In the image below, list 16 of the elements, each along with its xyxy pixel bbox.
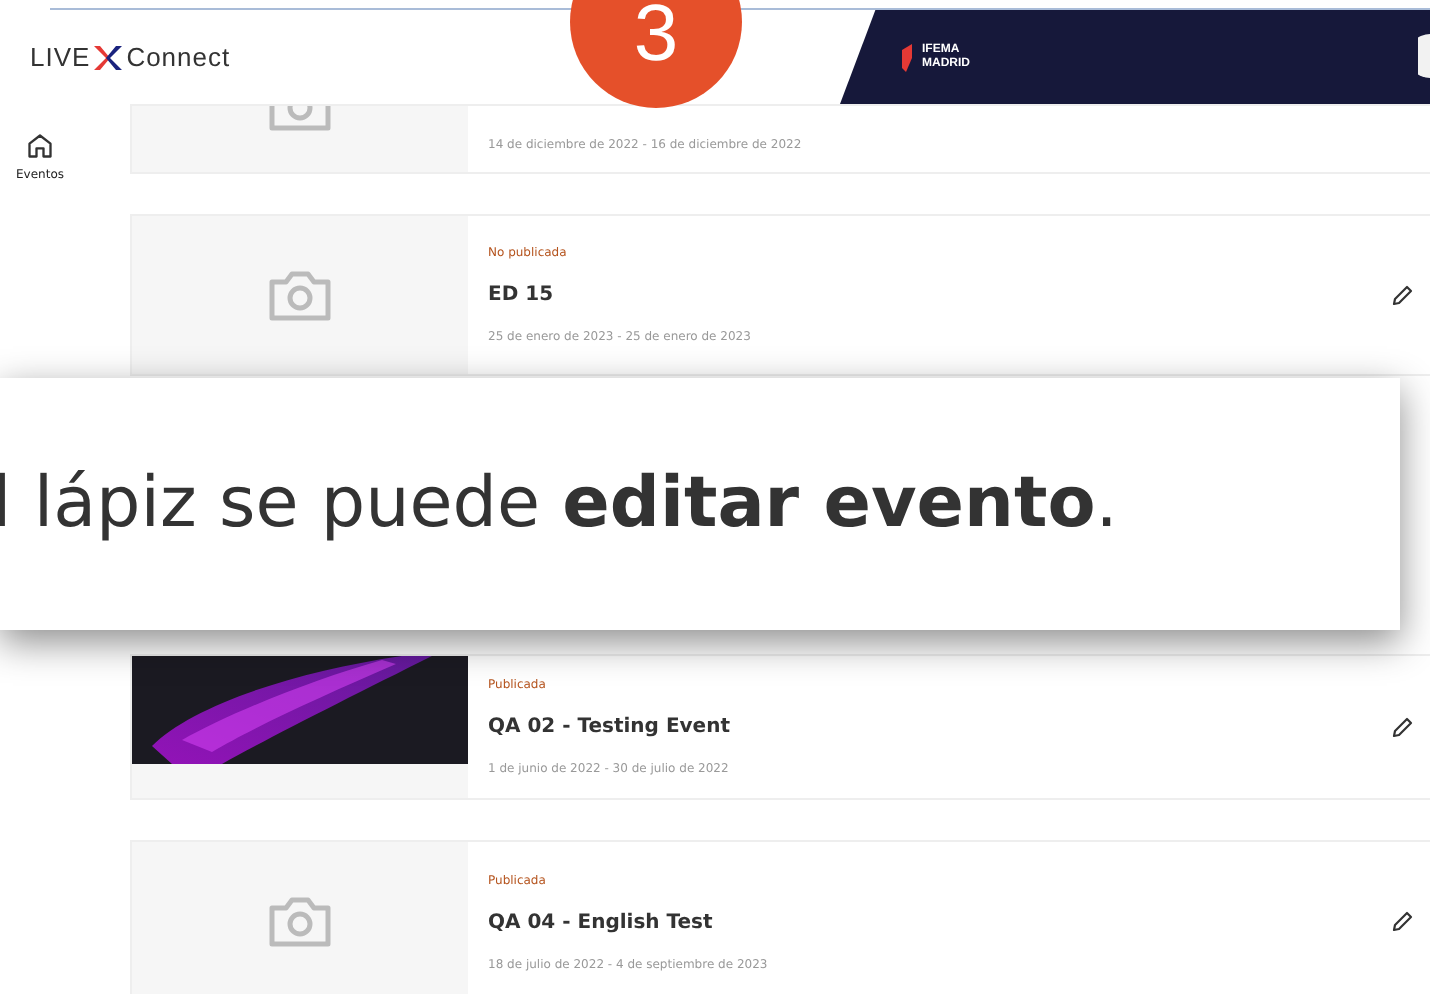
edit-button[interactable]	[1390, 910, 1414, 935]
edit-button[interactable]	[1390, 283, 1414, 308]
event-title: QA 04 - English Test	[488, 911, 713, 934]
camera-icon	[266, 894, 334, 951]
brand-icon	[900, 43, 914, 71]
pencil-icon	[1390, 283, 1414, 308]
pencil-icon	[1390, 715, 1414, 740]
logo-icon	[94, 45, 123, 69]
pencil-icon	[1390, 910, 1414, 935]
edit-button[interactable]	[1390, 715, 1414, 740]
event-title: QA 02 - Testing Event	[488, 716, 730, 739]
camera-icon	[266, 267, 334, 324]
logo-text: LIVE	[30, 42, 91, 72]
event-title: ED 15	[488, 284, 554, 307]
logo-text: Connect	[126, 42, 231, 72]
home-icon	[26, 132, 54, 160]
